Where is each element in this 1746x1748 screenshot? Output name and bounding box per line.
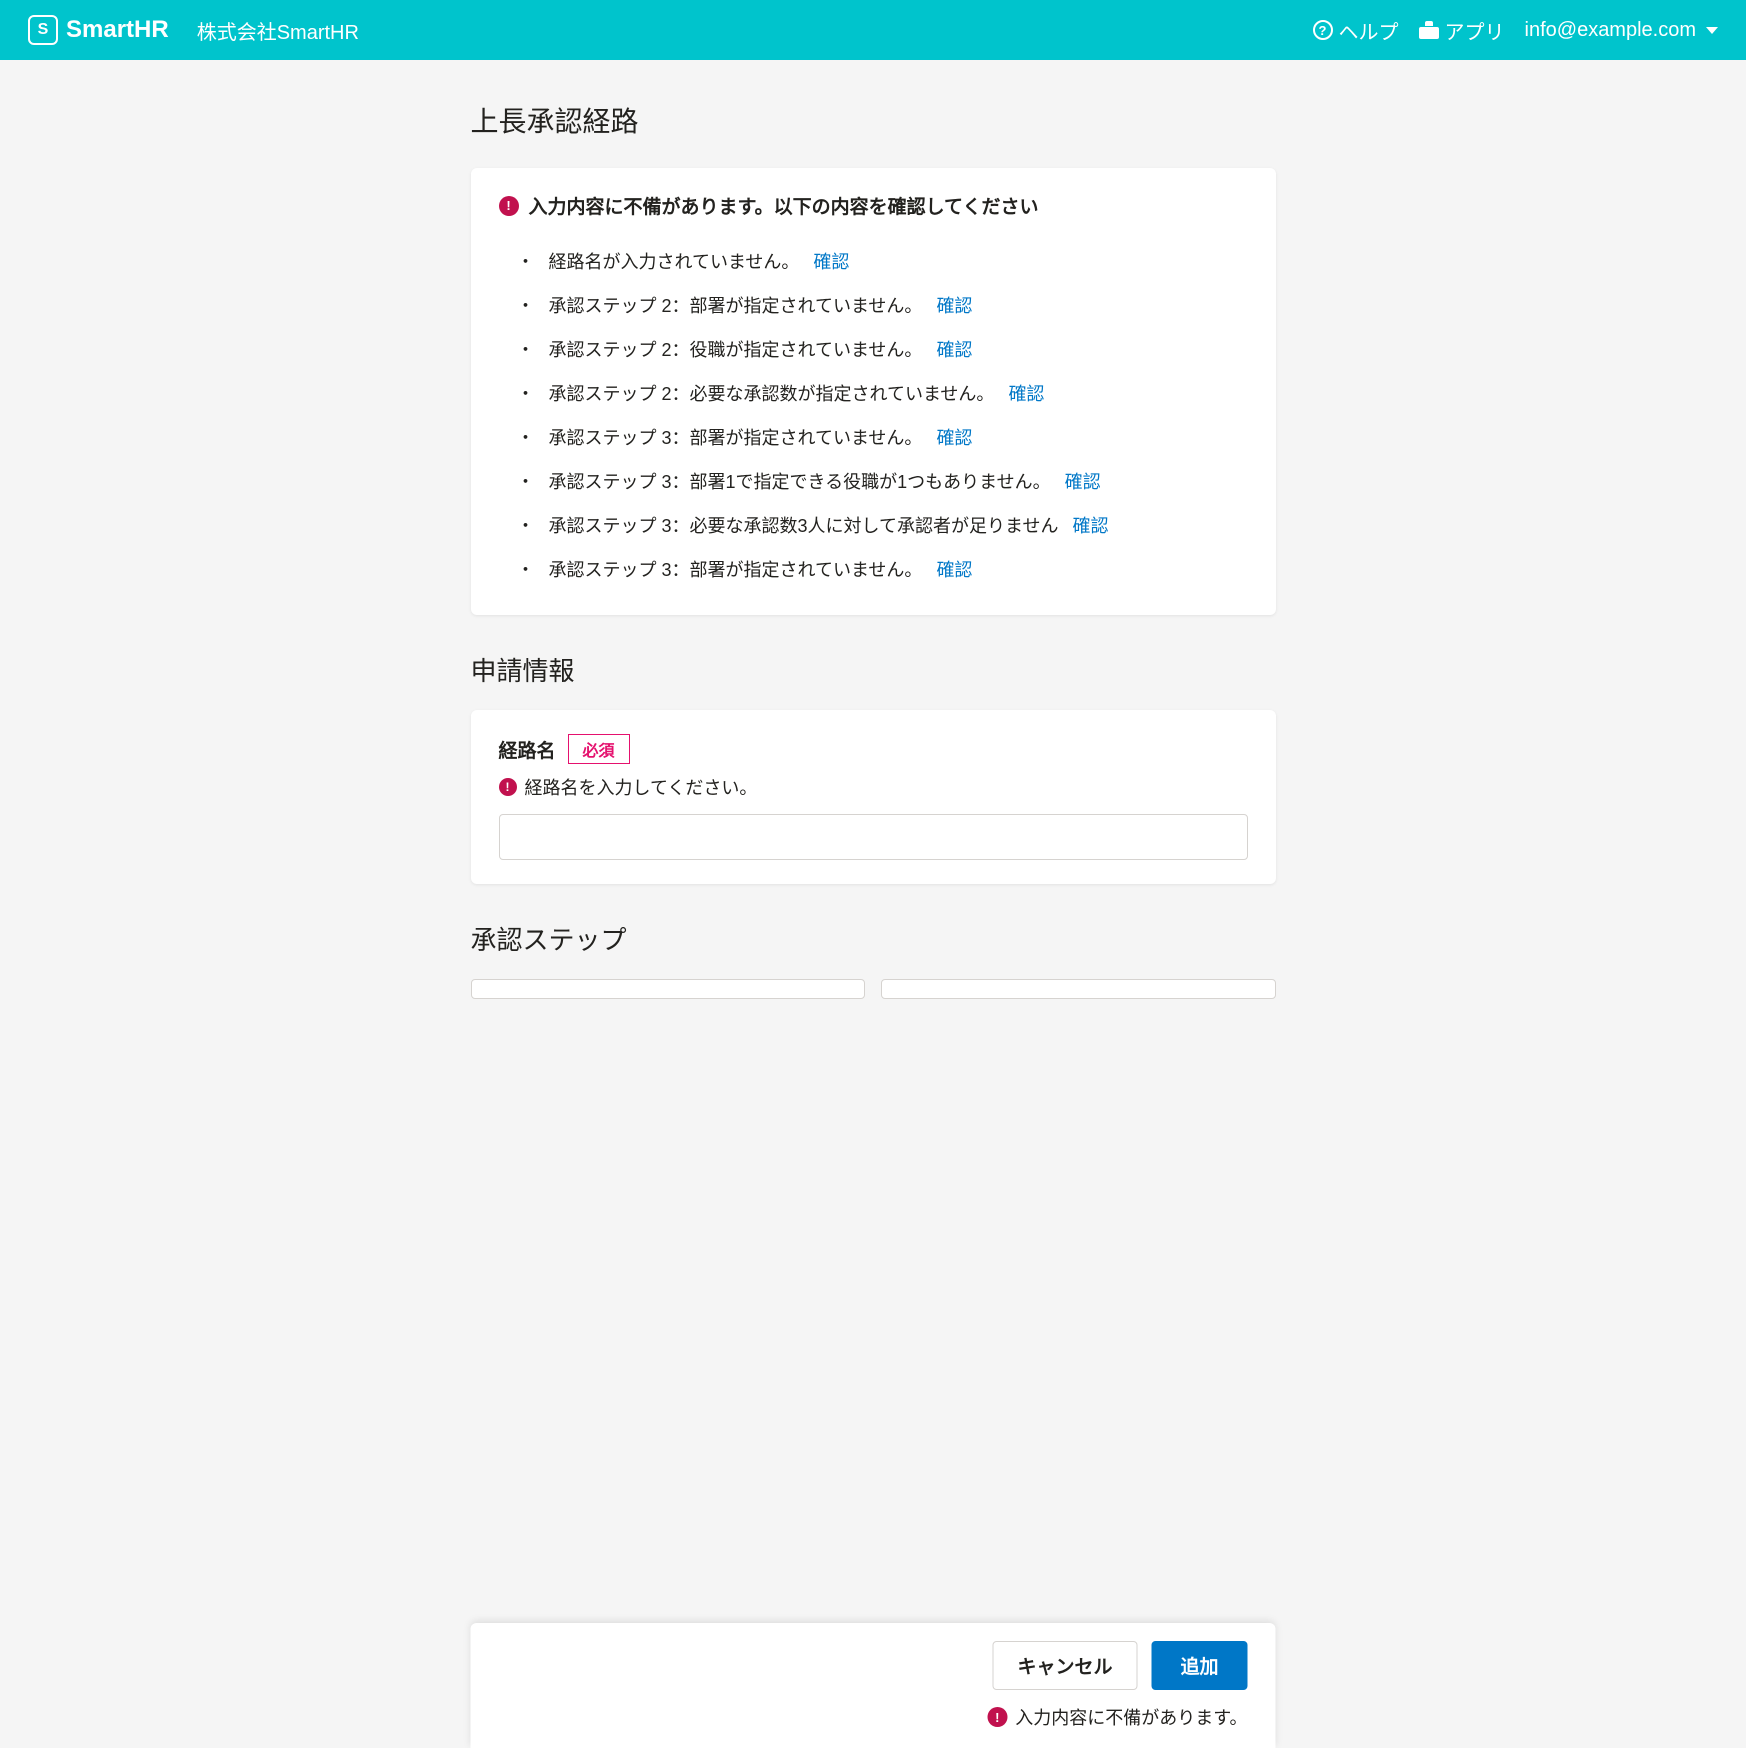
header-right: ? ヘルプ アプリ info@example.com [1313,16,1718,45]
error-item: ・承認ステップ 3：部署1で指定できる役職が1つもありません。確認 [517,459,1248,503]
error-item: ・経路名が入力されていません。確認 [517,239,1248,283]
error-bullet: ・ [517,292,535,318]
confirm-link[interactable]: 確認 [936,336,972,362]
error-text: 経路名が入力されていません。 [549,248,800,274]
route-name-label-row: 経路名 必須 [499,734,1248,764]
help-label: ヘルプ [1339,16,1399,45]
confirm-link[interactable]: 確認 [936,292,972,318]
chevron-down-icon [1706,27,1718,34]
cancel-button[interactable]: キャンセル [992,1641,1137,1690]
error-item: ・承認ステップ 2：役職が指定されていません。確認 [517,327,1248,371]
alert-title: 入力内容に不備があります。以下の内容を確認してください [529,192,1039,219]
alert-header: ! 入力内容に不備があります。以下の内容を確認してください [499,192,1248,219]
approval-step-box[interactable] [471,979,866,999]
user-email-text: info@example.com [1525,19,1696,42]
error-bullet: ・ [517,424,535,450]
error-bullet: ・ [517,556,535,582]
error-icon: ! [499,196,519,216]
error-bullet: ・ [517,336,535,362]
error-list: ・経路名が入力されていません。確認・承認ステップ 2：部署が指定されていません。… [499,239,1248,591]
application-info-card: 経路名 必須 ! 経路名を入力してください。 [471,710,1276,884]
route-name-error: ! 経路名を入力してください。 [499,774,1248,800]
application-info-title: 申請情報 [471,651,1276,688]
confirm-link[interactable]: 確認 [1072,512,1108,538]
error-bullet: ・ [517,468,535,494]
footer-buttons: キャンセル 追加 [499,1641,1248,1690]
approval-step-boxes [471,979,1276,999]
submit-button[interactable]: 追加 [1151,1641,1247,1690]
error-icon: ! [987,1707,1007,1727]
route-name-label: 経路名 [499,736,556,763]
route-name-input[interactable] [499,814,1248,860]
footer-bar: キャンセル 追加 ! 入力内容に不備があります。 [471,1623,1276,1748]
error-alert-card: ! 入力内容に不備があります。以下の内容を確認してください ・経路名が入力されて… [471,168,1276,615]
error-bullet: ・ [517,248,535,274]
error-text: 承認ステップ 2：役職が指定されていません。 [549,336,923,362]
help-icon: ? [1313,20,1333,40]
logo-letter: S [38,21,49,39]
error-bullet: ・ [517,512,535,538]
page-title: 上長承認経路 [471,100,1276,140]
error-item: ・承認ステップ 3：部署が指定されていません。確認 [517,547,1248,591]
confirm-link[interactable]: 確認 [813,248,849,274]
error-text: 承認ステップ 3：部署1で指定できる役職が1つもありません。 [549,468,1051,494]
approval-steps-title: 承認ステップ [471,920,1276,957]
app-icon [1419,21,1439,39]
error-item: ・承認ステップ 2：部署が指定されていません。確認 [517,283,1248,327]
confirm-link[interactable]: 確認 [1008,380,1044,406]
route-name-error-text: 経路名を入力してください。 [525,774,758,800]
error-text: 承認ステップ 3：部署が指定されていません。 [549,424,923,450]
error-bullet: ・ [517,380,535,406]
logo-text: SmartHR [66,16,169,44]
help-link[interactable]: ? ヘルプ [1313,16,1399,45]
confirm-link[interactable]: 確認 [936,556,972,582]
logo[interactable]: S SmartHR [28,15,169,45]
error-item: ・承認ステップ 3：部署が指定されていません。確認 [517,415,1248,459]
logo-icon: S [28,15,58,45]
footer-error-text: 入力内容に不備があります。 [1015,1704,1247,1730]
confirm-link[interactable]: 確認 [1065,468,1101,494]
company-name: 株式会社SmartHR [197,16,359,45]
error-text: 承認ステップ 3：部署が指定されていません。 [549,556,923,582]
required-badge: 必須 [568,734,630,764]
header-left: S SmartHR 株式会社SmartHR [28,15,359,45]
confirm-link[interactable]: 確認 [936,424,972,450]
error-text: 承認ステップ 2：部署が指定されていません。 [549,292,923,318]
footer-error: ! 入力内容に不備があります。 [499,1704,1248,1730]
error-text: 承認ステップ 2：必要な承認数が指定されていません。 [549,380,995,406]
apps-link[interactable]: アプリ [1419,16,1505,45]
app-header: S SmartHR 株式会社SmartHR ? ヘルプ アプリ info@exa… [0,0,1746,60]
approval-step-box[interactable] [881,979,1276,999]
apps-label: アプリ [1445,16,1505,45]
user-menu[interactable]: info@example.com [1525,19,1718,42]
error-text: 承認ステップ 3：必要な承認数3人に対して承認者が足りません [549,512,1059,538]
error-item: ・承認ステップ 2：必要な承認数が指定されていません。確認 [517,371,1248,415]
error-icon: ! [499,778,517,796]
error-item: ・承認ステップ 3：必要な承認数3人に対して承認者が足りません確認 [517,503,1248,547]
main-container: 上長承認経路 ! 入力内容に不備があります。以下の内容を確認してください ・経路… [471,60,1276,1119]
